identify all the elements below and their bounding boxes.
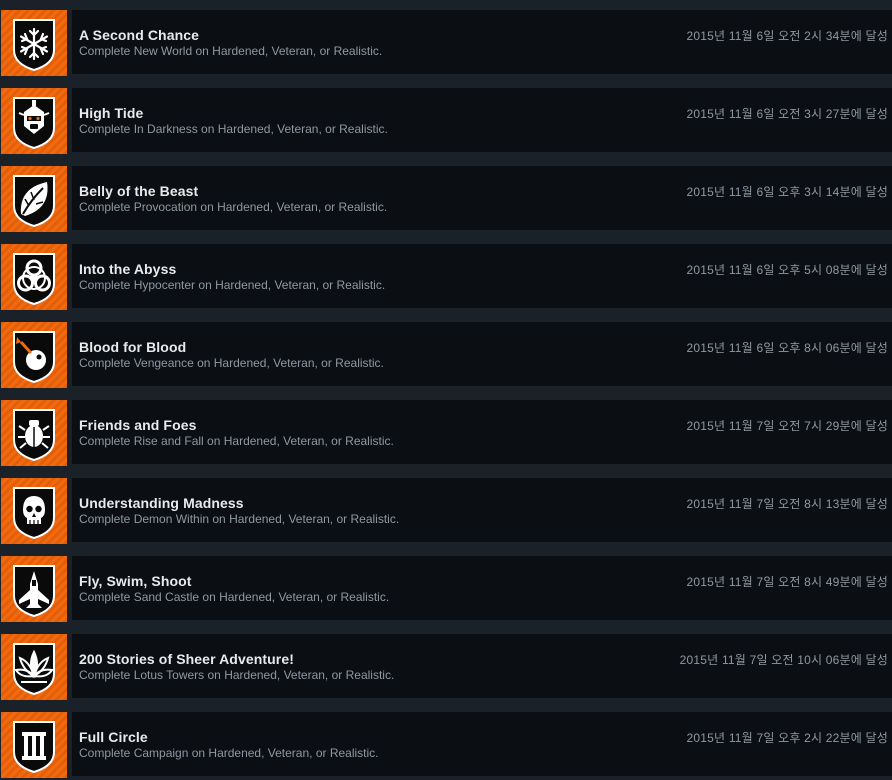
roman-three-icon xyxy=(22,732,46,760)
achievement-panel: Full Circle Complete Campaign on Hardene… xyxy=(72,712,892,776)
achievement-icon-box xyxy=(1,322,67,388)
achievement-title: Fly, Swim, Shoot xyxy=(79,573,192,589)
achievement-panel: Fly, Swim, Shoot Complete Sand Castle on… xyxy=(72,556,892,620)
achievement-title: Understanding Madness xyxy=(79,495,244,511)
achievement-icon-box xyxy=(1,634,67,700)
achievement-description: Complete Hypocenter on Hardened, Veteran… xyxy=(79,278,386,292)
achievement-unlock-date: 2015년 11월 6일 오전 2시 34분에 달성 xyxy=(686,29,888,43)
achievement-icon-box xyxy=(1,400,67,466)
achievement-panel: Friends and Foes Complete Rise and Fall … xyxy=(72,400,892,464)
achievement-unlock-date: 2015년 11월 7일 오전 8시 49분에 달성 xyxy=(686,575,888,589)
achievement-row[interactable]: Blood for Blood Complete Vengeance on Ha… xyxy=(0,322,892,388)
achievement-unlock-date: 2015년 11월 7일 오전 8시 13분에 달성 xyxy=(686,497,888,511)
achievement-unlock-date: 2015년 11월 6일 오전 3시 27분에 달성 xyxy=(686,107,888,121)
achievement-unlock-date: 2015년 11월 6일 오후 3시 14분에 달성 xyxy=(686,185,888,199)
achievement-panel: A Second Chance Complete New World on Ha… xyxy=(72,10,892,74)
achievement-unlock-date: 2015년 11월 7일 오후 2시 22분에 달성 xyxy=(686,731,888,745)
achievement-description: Complete Campaign on Hardened, Veteran, … xyxy=(79,746,379,760)
achievement-description: Complete Lotus Towers on Hardened, Veter… xyxy=(79,668,395,682)
achievement-title: Belly of the Beast xyxy=(79,183,199,199)
achievement-row[interactable]: Friends and Foes Complete Rise and Fall … xyxy=(0,400,892,466)
achievement-icon-box xyxy=(1,244,67,310)
achievement-list: A Second Chance Complete New World on Ha… xyxy=(0,0,892,780)
achievement-icon-box xyxy=(1,10,67,76)
achievement-panel: 200 Stories of Sheer Adventure! Complete… xyxy=(72,634,892,698)
achievement-unlock-date: 2015년 11월 6일 오후 8시 06분에 달성 xyxy=(686,341,888,355)
achievement-row[interactable]: Full Circle Complete Campaign on Hardene… xyxy=(0,712,892,778)
achievement-icon-box xyxy=(1,478,67,544)
achievement-icon-box xyxy=(1,88,67,154)
achievement-title: 200 Stories of Sheer Adventure! xyxy=(79,651,294,667)
achievement-description: Complete Sand Castle on Hardened, Vetera… xyxy=(79,590,390,604)
achievement-title: Friends and Foes xyxy=(79,417,197,433)
achievement-row[interactable]: Fly, Swim, Shoot Complete Sand Castle on… xyxy=(0,556,892,622)
achievement-title: Full Circle xyxy=(79,729,148,745)
achievement-description: Complete Provocation on Hardened, Vetera… xyxy=(79,200,388,214)
achievement-panel: Blood for Blood Complete Vengeance on Ha… xyxy=(72,322,892,386)
achievement-title: Into the Abyss xyxy=(79,261,177,277)
achievement-description: Complete Vengeance on Hardened, Veteran,… xyxy=(79,356,384,370)
achievement-unlock-date: 2015년 11월 7일 오전 7시 29분에 달성 xyxy=(686,419,888,433)
achievement-title: Blood for Blood xyxy=(79,339,187,355)
achievement-row[interactable]: Belly of the Beast Complete Provocation … xyxy=(0,166,892,232)
achievement-panel: Belly of the Beast Complete Provocation … xyxy=(72,166,892,230)
achievement-panel: High Tide Complete In Darkness on Harden… xyxy=(72,88,892,152)
achievement-icon-box xyxy=(1,556,67,622)
achievement-icon-box xyxy=(1,166,67,232)
achievement-panel: Into the Abyss Complete Hypocenter on Ha… xyxy=(72,244,892,308)
achievement-title: High Tide xyxy=(79,105,144,121)
achievement-description: Complete Rise and Fall on Hardened, Vete… xyxy=(79,434,394,448)
achievement-description: Complete New World on Hardened, Veteran,… xyxy=(79,44,383,58)
achievement-title: A Second Chance xyxy=(79,27,200,43)
achievement-row[interactable]: 200 Stories of Sheer Adventure! Complete… xyxy=(0,634,892,700)
achievement-row[interactable]: A Second Chance Complete New World on Ha… xyxy=(0,10,892,76)
achievement-unlock-date: 2015년 11월 6일 오후 5시 08분에 달성 xyxy=(686,263,888,277)
achievement-row[interactable]: Understanding Madness Complete Demon Wit… xyxy=(0,478,892,544)
achievement-unlock-date: 2015년 11월 7일 오전 10시 06분에 달성 xyxy=(679,653,888,667)
achievement-panel: Understanding Madness Complete Demon Wit… xyxy=(72,478,892,542)
achievement-icon-box xyxy=(1,712,67,778)
achievement-row[interactable]: High Tide Complete In Darkness on Harden… xyxy=(0,88,892,154)
achievement-description: Complete In Darkness on Hardened, Vetera… xyxy=(79,122,388,136)
achievement-description: Complete Demon Within on Hardened, Veter… xyxy=(79,512,400,526)
achievement-row[interactable]: Into the Abyss Complete Hypocenter on Ha… xyxy=(0,244,892,310)
